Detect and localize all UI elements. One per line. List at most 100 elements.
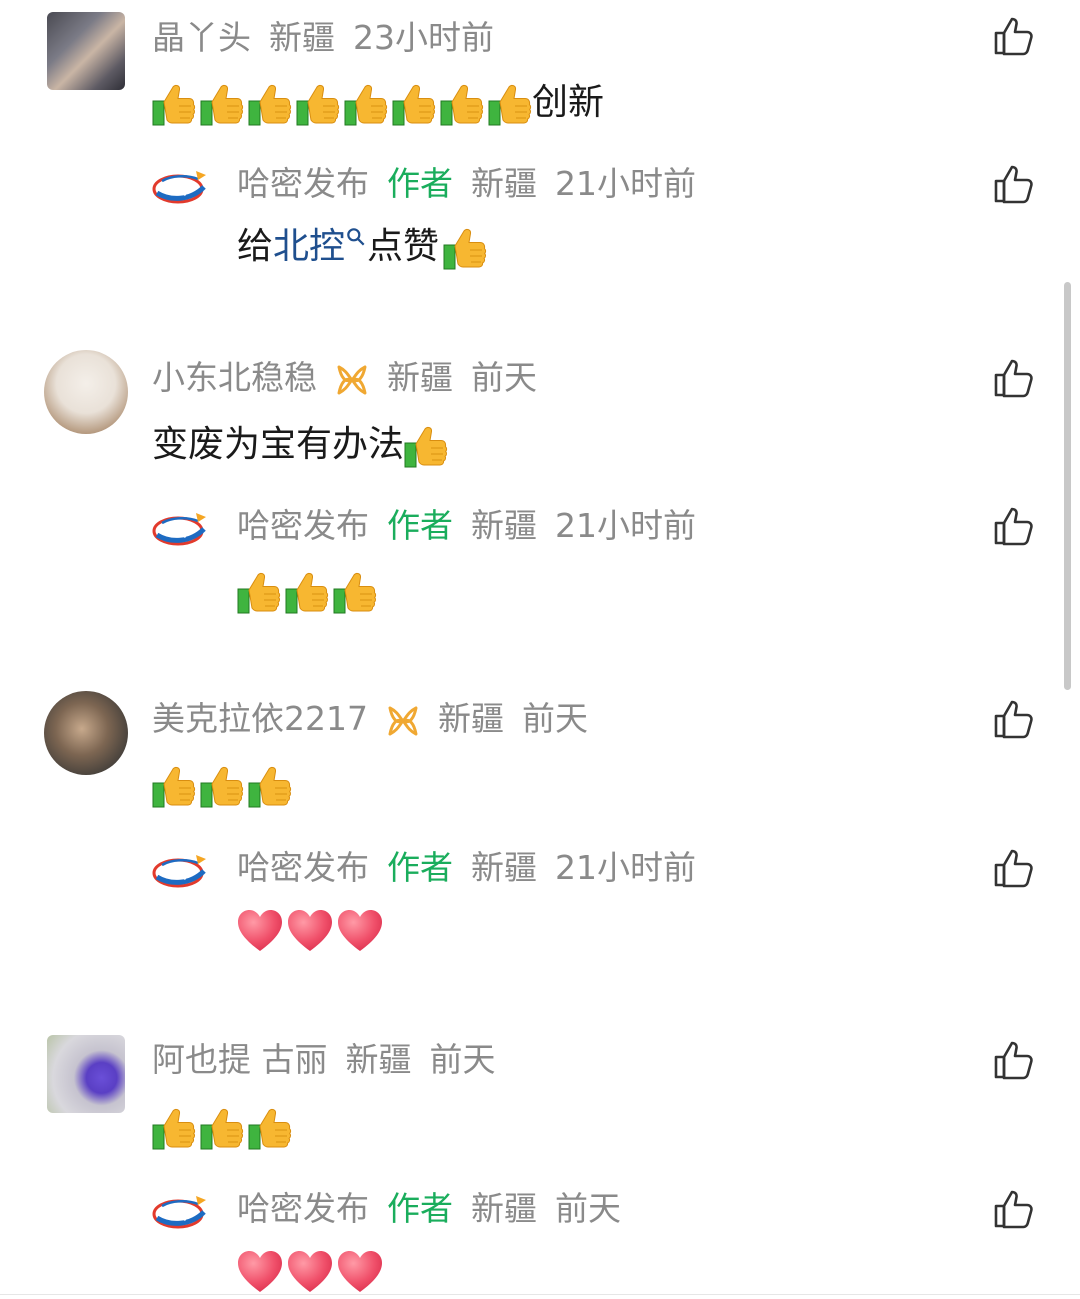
reply-text (237, 566, 377, 616)
thumbs-up-emoji-group (404, 423, 448, 469)
publisher-logo[interactable] (152, 851, 210, 891)
comment-text-content: 创新 (532, 82, 605, 123)
reply-time: 前天 (555, 1189, 621, 1228)
like-icon[interactable] (992, 162, 1036, 206)
thumbs-up-emoji (488, 81, 532, 127)
comment-time: 前天 (471, 358, 537, 397)
thumbs-up-emoji (200, 1105, 244, 1151)
reply-text-suffix: 点赞 (367, 226, 440, 267)
comment-location: 新疆 (269, 18, 335, 57)
ribbon-badge-icon (386, 704, 420, 738)
author-tag: 作者 (387, 1189, 453, 1228)
comment-text-content: 变废为宝有办法 (152, 424, 405, 465)
reply-author-name[interactable]: 哈密发布 (237, 1189, 369, 1228)
like-icon[interactable] (992, 14, 1036, 58)
like-icon[interactable] (992, 1187, 1036, 1231)
comment-text: 创新 (152, 78, 604, 128)
commenter-name[interactable]: 晶丫头 (152, 18, 251, 57)
reply-author-name[interactable]: 哈密发布 (237, 164, 369, 203)
thumbs-up-emoji (152, 81, 196, 127)
thumbs-up-emoji (344, 81, 388, 127)
thumbs-up-emoji (152, 1105, 196, 1151)
comment-meta: 晶丫头 新疆 23小时前 (152, 14, 512, 62)
search-link[interactable]: 北控 (273, 226, 367, 267)
comment-text: 变废为宝有办法 (152, 420, 448, 470)
publisher-logo[interactable] (152, 167, 210, 207)
thumbs-up-emoji (152, 763, 196, 809)
comment-time: 前天 (521, 699, 588, 738)
reply-time: 21小时前 (555, 506, 696, 545)
thumbs-up-emoji-group (237, 569, 377, 615)
commenter-name[interactable]: 小东北稳稳 (152, 358, 317, 397)
reply-location: 新疆 (471, 848, 537, 887)
reply-author-name[interactable]: 哈密发布 (237, 506, 369, 545)
comment-time: 23小时前 (353, 18, 494, 57)
thumbs-up-emoji (248, 81, 292, 127)
comment-location: 新疆 (345, 1040, 412, 1079)
thumbs-up-emoji-group (152, 1105, 292, 1151)
thumbs-up-emoji (392, 81, 436, 127)
like-icon[interactable] (992, 356, 1036, 400)
comment-location: 新疆 (387, 358, 453, 397)
thumbs-up-emoji (200, 763, 244, 809)
reply-text (237, 905, 383, 955)
reply-location: 新疆 (471, 164, 537, 203)
reply-text: 给北控 点赞 (237, 222, 487, 272)
commenter-name[interactable]: 美克拉依2217 (152, 699, 368, 738)
comment-meta: 小东北稳稳 新疆 前天 (152, 354, 555, 402)
like-icon[interactable] (992, 846, 1036, 890)
reply-text-prefix: 给 (237, 226, 274, 267)
heart-emoji (337, 1250, 383, 1294)
reply-text (237, 1246, 383, 1296)
comment-text (152, 760, 292, 810)
thumbs-up-emoji (404, 423, 448, 469)
ribbon-badge-icon (335, 363, 369, 397)
publisher-logo[interactable] (152, 509, 210, 549)
reply-meta: 哈密发布 作者 新疆 21小时前 (237, 160, 714, 208)
avatar[interactable] (47, 1035, 125, 1113)
thumbs-up-emoji (237, 569, 281, 615)
thumbs-up-emoji (248, 1105, 292, 1151)
heart-emoji (287, 909, 333, 953)
thumbs-up-emoji (285, 569, 329, 615)
avatar[interactable] (44, 350, 128, 434)
search-icon[interactable] (345, 226, 367, 248)
reply-time: 21小时前 (555, 164, 696, 203)
publisher-logo[interactable] (152, 1192, 210, 1232)
commenter-name[interactable]: 阿也提 古丽 (152, 1040, 328, 1079)
heart-emoji (237, 1250, 283, 1294)
thumbs-up-emoji (248, 763, 292, 809)
heart-emoji (287, 1250, 333, 1294)
comment-time: 前天 (429, 1040, 496, 1079)
like-icon[interactable] (992, 697, 1036, 741)
heart-emoji-group (237, 1250, 383, 1294)
reply-meta: 哈密发布 作者 新疆 21小时前 (237, 844, 714, 892)
comment-meta: 美克拉依2217 新疆 前天 (152, 695, 606, 743)
heart-emoji (237, 909, 283, 953)
thumbs-up-emoji (296, 81, 340, 127)
thumbs-up-emoji (440, 81, 484, 127)
author-tag: 作者 (387, 848, 453, 887)
heart-emoji-group (237, 909, 383, 953)
thumbs-up-emoji-group (152, 81, 532, 127)
author-tag: 作者 (387, 164, 453, 203)
reply-location: 新疆 (471, 506, 537, 545)
author-tag: 作者 (387, 506, 453, 545)
thumbs-up-emoji-group (152, 763, 292, 809)
reply-author-name[interactable]: 哈密发布 (237, 848, 369, 887)
divider (0, 1294, 1080, 1295)
reply-location: 新疆 (471, 1189, 537, 1228)
thumbs-up-emoji (333, 569, 377, 615)
avatar[interactable] (47, 12, 125, 90)
comment-location: 新疆 (437, 699, 504, 738)
like-icon[interactable] (992, 1038, 1036, 1082)
reply-meta: 哈密发布 作者 新疆 21小时前 (237, 502, 714, 550)
like-icon[interactable] (992, 504, 1036, 548)
avatar[interactable] (44, 691, 128, 775)
reply-time: 21小时前 (555, 848, 696, 887)
reply-meta: 哈密发布 作者 新疆 前天 (237, 1185, 639, 1233)
scrollbar[interactable] (1064, 282, 1071, 690)
comment-meta: 阿也提 古丽 新疆 前天 (152, 1036, 514, 1084)
search-link-text[interactable]: 北控 (273, 226, 345, 267)
heart-emoji (337, 909, 383, 953)
